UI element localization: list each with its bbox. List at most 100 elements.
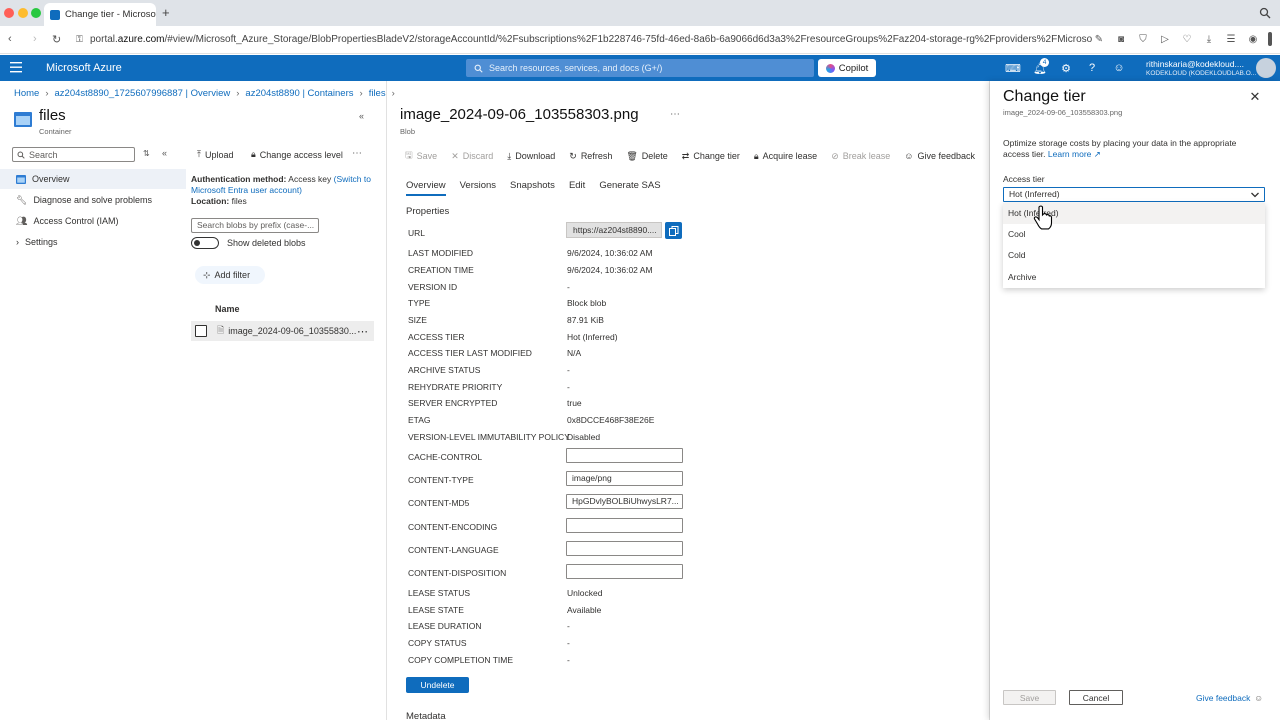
avatar[interactable]	[1256, 58, 1276, 78]
content-language-input[interactable]	[566, 541, 683, 556]
sort-icon[interactable]: ⇅	[143, 149, 150, 158]
play-icon[interactable]: ▷	[1158, 32, 1172, 46]
panel-save-button[interactable]: Save	[1003, 690, 1056, 705]
help-icon[interactable]: ?	[1084, 60, 1100, 76]
tab-edit[interactable]: Edit	[569, 180, 585, 196]
tier-option-archive[interactable]: Archive	[1003, 267, 1265, 288]
back-icon[interactable]: ‹	[8, 33, 12, 45]
blob-prefix-search-input[interactable]: Search blobs by prefix (case-...	[191, 218, 319, 233]
sidebar-scroll-icon[interactable]	[1268, 32, 1272, 46]
delete-button[interactable]: 🗑︎ Delete	[626, 148, 667, 164]
user-email[interactable]: rithinskaria@kodekloud....	[1146, 59, 1244, 69]
heart-icon[interactable]: ♡	[1180, 32, 1194, 46]
access-tier-select[interactable]: Hot (Inferred)	[1003, 187, 1265, 202]
tab-versions[interactable]: Versions	[460, 180, 496, 196]
download-button[interactable]: ⤓ Download	[507, 148, 555, 164]
copilot-button[interactable]: Copilot	[818, 59, 876, 77]
property-label: CREATION TIME	[408, 265, 474, 275]
row-checkbox[interactable]	[195, 325, 207, 337]
site-info-icon[interactable]: ⚿	[76, 34, 83, 45]
copy-url-button[interactable]	[665, 222, 682, 239]
browser-tab[interactable]: Change tier - Microsoft ×	[44, 3, 156, 26]
table-row[interactable]: 🗎 image_2024-09-06_10355830... ⋯	[191, 321, 374, 341]
shield-icon[interactable]: ⛉	[1136, 32, 1150, 46]
panel-feedback-link[interactable]: Give feedback ☺	[1196, 693, 1263, 703]
camera-icon[interactable]: ◙	[1114, 32, 1128, 46]
blob-url-field[interactable]: https://az204st8890....	[566, 222, 662, 238]
cache-control-input[interactable]	[566, 448, 683, 463]
give-feedback-label: Give feedback	[917, 151, 976, 161]
acquire-lease-button[interactable]: 🔒︎ Acquire lease	[754, 148, 817, 164]
chevron-down-icon[interactable]	[1250, 190, 1260, 200]
container-icon	[16, 174, 26, 184]
panel-cancel-button[interactable]: Cancel	[1069, 690, 1123, 705]
close-window-button[interactable]	[4, 8, 14, 18]
change-tier-button[interactable]: ⇄ Change tier	[682, 148, 740, 164]
collapse-menu-icon[interactable]: «	[162, 148, 167, 158]
property-value: N/A	[567, 348, 582, 358]
auth-value: Access key	[288, 174, 332, 184]
breadcrumb-storage-account[interactable]: az204st8890_1725607996887 | Overview	[55, 88, 231, 99]
menu-icon[interactable]: ☰	[1224, 32, 1238, 46]
learn-more-link[interactable]: Learn more	[1048, 149, 1091, 159]
blob-more-icon[interactable]: ⋯	[670, 109, 680, 120]
tier-option-cold[interactable]: Cold	[1003, 245, 1265, 266]
blob-toolbar: 🖫 Save ✕ Discard ⤓ Download ↻ Refresh 🗑︎ Dele…	[405, 148, 975, 164]
tab-generate-sas[interactable]: Generate SAS	[599, 180, 660, 196]
nav-item-iam[interactable]: 👥︎ Access Control (IAM)	[0, 211, 186, 231]
content-md5-input[interactable]: HpGDvlyBOLBiUhwysLR7...	[566, 494, 683, 509]
azure-brand[interactable]: Microsoft Azure	[46, 62, 122, 74]
column-header-name[interactable]: Name	[215, 304, 240, 314]
search-icon	[17, 151, 25, 159]
nav-item-overview[interactable]: Overview	[0, 169, 186, 189]
maximize-window-button[interactable]	[31, 8, 41, 18]
profile-icon[interactable]: ◉	[1246, 32, 1260, 46]
feedback-icon[interactable]: ☺	[1111, 60, 1127, 76]
save-button[interactable]: 🖫 Save	[405, 148, 437, 164]
file-name[interactable]: image_2024-09-06_10355830...	[228, 326, 356, 336]
property-label: COPY COMPLETION TIME	[408, 655, 514, 665]
tab-overview[interactable]: Overview	[406, 180, 446, 196]
more-actions-icon[interactable]: ⋯	[352, 148, 362, 159]
nav-item-settings[interactable]: › Settings	[0, 232, 186, 252]
row-more-icon[interactable]: ⋯	[357, 325, 368, 338]
global-search-input[interactable]: Search resources, services, and docs (G+…	[466, 59, 814, 77]
browser-search-icon[interactable]	[1259, 7, 1271, 19]
close-icon[interactable]: ✕	[1248, 89, 1262, 104]
property-value: Block blob	[567, 298, 607, 308]
forward-icon[interactable]: ›	[33, 33, 37, 45]
minimize-window-button[interactable]	[18, 8, 28, 18]
add-filter-button[interactable]: ⊹ Add filter	[195, 266, 265, 284]
settings-gear-icon[interactable]: ⚙	[1058, 60, 1074, 76]
save-icon: 🖫	[405, 150, 413, 160]
refresh-button[interactable]: ↻ Refresh	[569, 148, 612, 164]
property-label: SIZE	[408, 315, 427, 325]
breadcrumb-home[interactable]: Home	[14, 88, 39, 99]
content-type-input[interactable]: image/png	[566, 471, 683, 486]
user-org[interactable]: KODEKLOUD (KODEKLOUDLAB.O...	[1146, 70, 1256, 77]
nav-item-diagnose[interactable]: 🔧︎ Diagnose and solve problems	[0, 190, 186, 210]
new-tab-icon[interactable]: +	[162, 5, 170, 20]
change-access-level-button[interactable]: 🔒︎ Change access level	[251, 149, 343, 160]
download-icon[interactable]: ⤓	[1202, 32, 1216, 46]
url-field[interactable]: portal.azure.com/#view/Microsoft_Azure_S…	[90, 34, 1096, 45]
break-lease-button[interactable]: ⊘ Break lease	[831, 148, 890, 164]
undelete-button[interactable]: Undelete	[406, 677, 469, 693]
give-feedback-button[interactable]: ☺ Give feedback	[904, 148, 975, 164]
edit-icon[interactable]: ✎	[1092, 32, 1106, 46]
upload-button[interactable]: ⤒ Upload	[197, 149, 234, 160]
discard-button[interactable]: ✕ Discard	[451, 148, 493, 164]
reload-icon[interactable]: ↻	[52, 33, 61, 46]
copilot-label: Copilot	[838, 62, 869, 74]
breadcrumb-containers[interactable]: az204st8890 | Containers	[245, 88, 353, 99]
content-disposition-input[interactable]	[566, 564, 683, 579]
show-deleted-toggle[interactable]	[191, 237, 219, 249]
cloud-shell-icon[interactable]: ⌨	[1005, 60, 1021, 76]
content-encoding-input[interactable]	[566, 518, 683, 533]
nav-item-label: Settings	[25, 237, 58, 247]
nav-search-input[interactable]: Search	[12, 147, 135, 162]
collapse-blade-icon[interactable]: «	[359, 111, 364, 121]
breadcrumb-files[interactable]: files	[369, 88, 386, 99]
portal-menu-icon[interactable]	[10, 62, 22, 73]
tab-snapshots[interactable]: Snapshots	[510, 180, 555, 196]
